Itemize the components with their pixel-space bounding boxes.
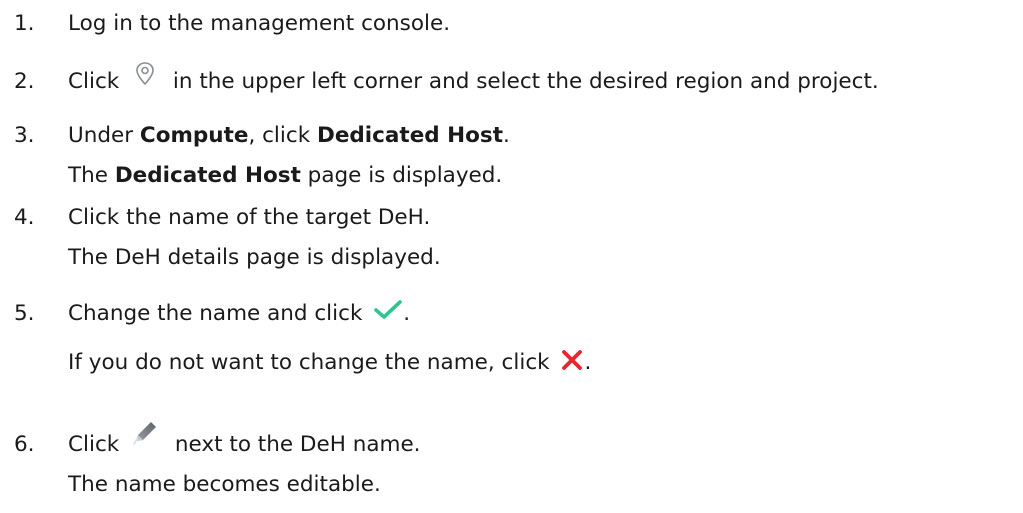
step-number: 3. [14, 123, 35, 148]
location-pin-icon [130, 59, 160, 89]
ui-term-dedicated-host: Dedicated Host [316, 123, 503, 148]
cross-icon [560, 348, 584, 372]
step-text-before: Change the name and click [68, 301, 363, 326]
text-fragment: page is displayed. [300, 163, 503, 188]
step-5-alternative: If you do not want to change the name, c… [68, 348, 591, 378]
step-text: Click next to the DeH name. [68, 422, 421, 460]
step-text-before: Click [68, 432, 120, 457]
text-fragment: The [68, 163, 115, 188]
step-number: 5. [14, 301, 35, 326]
step-text: Click the name of the target DeH. [68, 205, 431, 230]
step-4-result: The DeH details page is displayed. [68, 245, 441, 270]
step-number: 6. [14, 432, 35, 457]
pencil-icon [130, 418, 160, 448]
step-text: Change the name and click . [68, 299, 410, 329]
step-3-result: The Dedicated Host page is displayed. [68, 161, 502, 191]
step-text-before: Click [68, 69, 120, 94]
step-6-result: The name becomes editable. [68, 472, 381, 497]
step-number: 4. [14, 205, 35, 230]
ui-term-dedicated-host: Dedicated Host [114, 163, 301, 188]
step-text-before: If you do not want to change the name, c… [68, 350, 550, 375]
text-fragment: . [503, 123, 510, 148]
step-text-after: . [403, 301, 411, 326]
text-fragment: Under [68, 123, 140, 148]
step-number: 1. [14, 11, 35, 36]
text-fragment: , click [248, 123, 317, 148]
step-text-after: in the upper left corner and select the … [172, 69, 879, 94]
checkmark-icon [373, 297, 403, 323]
ui-term-compute: Compute [139, 123, 249, 148]
step-text: Click in the upper left corner and selec… [68, 62, 879, 97]
step-text-after: next to the DeH name. [174, 432, 421, 457]
step-text: Log in to the management console. [68, 11, 451, 36]
step-text-after: . [584, 350, 592, 375]
step-number: 2. [14, 69, 35, 94]
step-text: Under Compute, click Dedicated Host. [68, 121, 510, 151]
